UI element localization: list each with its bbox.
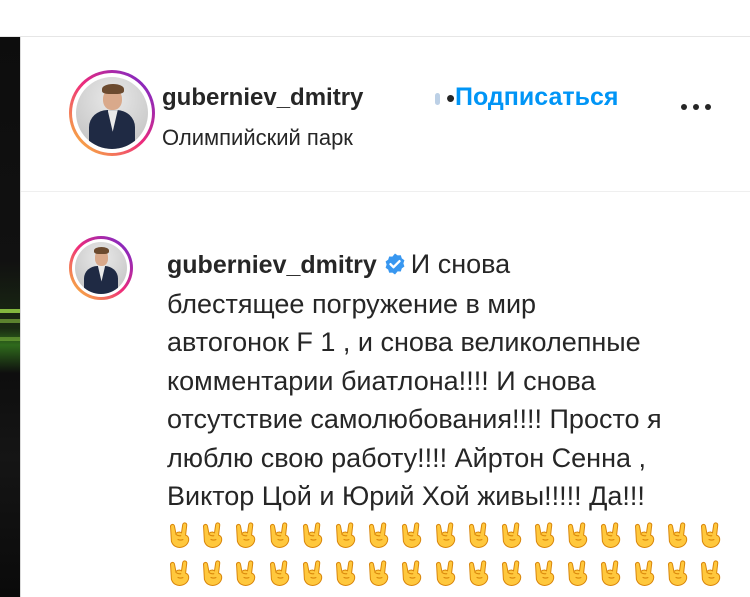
sign-of-the-horns-emoji xyxy=(601,560,621,586)
more-options-icon[interactable] xyxy=(673,93,719,117)
sign-of-the-horns-emoji xyxy=(568,560,588,586)
sign-of-the-horns-emoji xyxy=(435,521,455,548)
caption-line: люблю свою работу!!!! Айртон Сенна , xyxy=(167,442,647,473)
sign-of-the-horns-emoji xyxy=(701,521,721,548)
caption-text: guberniev_dmitry И снова блестящее погруж… xyxy=(167,245,737,593)
caption-line: И снова xyxy=(410,249,511,279)
comment-avatar[interactable] xyxy=(69,236,133,300)
sign-of-the-horns-emoji xyxy=(236,560,256,586)
sign-of-the-horns-emoji xyxy=(468,521,488,548)
caption-line: блестящее погружение в мир xyxy=(167,288,537,319)
sign-of-the-horns-emoji xyxy=(369,521,389,548)
sign-of-the-horns-emoji xyxy=(369,560,389,586)
top-bar xyxy=(0,0,750,37)
sign-of-the-horns-emoji xyxy=(203,521,223,548)
sign-of-the-horns-emoji xyxy=(402,560,422,586)
separator-dot: • xyxy=(446,83,456,113)
sign-of-the-horns-emoji xyxy=(269,560,289,586)
sign-of-the-horns-emoji xyxy=(601,521,621,548)
sign-of-the-horns-emoji xyxy=(701,560,721,586)
emoji-row xyxy=(167,516,737,555)
sign-of-the-horns-emoji xyxy=(634,521,654,548)
sign-of-the-horns-emoji xyxy=(302,560,322,586)
sign-of-the-horns-emoji xyxy=(501,560,522,586)
location-link[interactable]: Олимпийский парк xyxy=(162,125,353,151)
follow-button[interactable]: Подписаться xyxy=(455,83,618,112)
sign-of-the-horns-emoji xyxy=(535,521,555,548)
sign-of-the-horns-emoji xyxy=(402,521,422,548)
caption-line: комментарии биатлона!!!! И снова xyxy=(167,365,596,396)
emoji-block xyxy=(167,516,737,593)
sign-of-the-horns-emoji xyxy=(634,560,654,586)
sign-of-the-horns-emoji xyxy=(501,521,522,548)
sign-of-the-horns-emoji xyxy=(236,521,256,548)
sign-of-the-horns-emoji xyxy=(203,560,223,586)
sign-of-the-horns-emoji xyxy=(335,521,356,548)
caption-line: отсутствие самолюбования!!!! Просто я xyxy=(167,404,662,434)
caption-line: Виктор Цой и Юрий Хой живы!!!!! Да!!! xyxy=(167,481,645,511)
sign-of-the-horns-emoji xyxy=(435,560,455,586)
emoji-row xyxy=(167,554,737,593)
avatar[interactable] xyxy=(69,70,155,156)
verified-badge-icon xyxy=(435,93,440,105)
post-header: guberniev_dmitry • Подписаться Олимпийск… xyxy=(21,37,750,191)
sign-of-the-horns-emoji xyxy=(302,521,322,548)
sign-of-the-horns-emoji xyxy=(667,560,688,586)
sign-of-the-horns-emoji xyxy=(667,521,688,548)
sign-of-the-horns-emoji xyxy=(535,560,555,586)
header-divider xyxy=(21,191,750,192)
sign-of-the-horns-emoji xyxy=(170,560,190,586)
sign-of-the-horns-emoji xyxy=(269,521,289,548)
caption-line: автогонок F 1 , и снова великолепные xyxy=(167,327,641,357)
sign-of-the-horns-emoji xyxy=(170,521,190,548)
comment-author-username[interactable]: guberniev_dmitry xyxy=(167,251,377,279)
post-author-username[interactable]: guberniev_dmitry xyxy=(162,84,363,112)
sign-of-the-horns-emoji xyxy=(335,560,356,586)
sign-of-the-horns-emoji xyxy=(568,521,588,548)
post-image-edge xyxy=(0,37,20,597)
verified-badge-icon xyxy=(385,253,405,275)
sign-of-the-horns-emoji xyxy=(468,560,488,586)
